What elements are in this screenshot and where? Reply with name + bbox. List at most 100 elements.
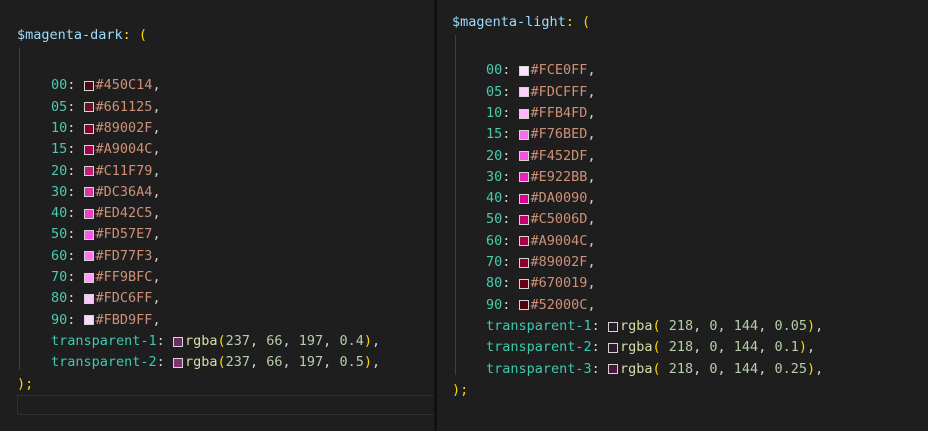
rgba-arg: 0.25: [774, 360, 807, 377]
color-swatch-icon[interactable]: [518, 193, 529, 204]
comma: ,: [587, 254, 596, 271]
hex-value: #A9004C: [95, 141, 153, 158]
hex-value: #89002F: [95, 119, 153, 136]
color-entry-line[interactable]: 50: #FD57E7,: [17, 224, 380, 245]
color-entry-line[interactable]: 10: #89002F,: [17, 118, 380, 139]
transparent-entry-line[interactable]: transparent-1: rgba( 218, 0, 144, 0.05),: [452, 316, 823, 337]
variable-declaration-line[interactable]: $magenta-dark: (: [17, 25, 380, 46]
color-swatch-icon[interactable]: [518, 87, 529, 98]
color-swatch-icon[interactable]: [518, 172, 529, 183]
color-key: 15: [51, 141, 68, 158]
color-entry-line[interactable]: 50: #C5006D,: [452, 209, 823, 230]
comma: ,: [587, 104, 596, 121]
closing-line[interactable]: );: [17, 373, 380, 394]
color-swatch-icon[interactable]: [83, 230, 94, 241]
transparent-entry-line[interactable]: transparent-1: rgba(237, 66, 197, 0.4),: [17, 331, 380, 352]
colon: :: [67, 98, 84, 115]
color-swatch-icon[interactable]: [83, 251, 94, 262]
colon: :: [67, 311, 84, 328]
color-entry-line[interactable]: 20: #F452DF,: [452, 145, 823, 166]
comma: ,: [815, 317, 824, 334]
comma: ,: [152, 119, 161, 136]
colon: :: [502, 168, 519, 185]
color-entry-line[interactable]: 05: #661125,: [17, 97, 380, 118]
color-entry-line[interactable]: 60: #FD77F3,: [17, 246, 380, 267]
colon: :: [67, 205, 84, 222]
color-swatch-icon[interactable]: [83, 102, 94, 113]
color-swatch-icon[interactable]: [518, 236, 529, 247]
color-entry-line[interactable]: 00: #450C14,: [17, 75, 380, 96]
color-swatch-icon[interactable]: [518, 300, 529, 311]
transparent-entry-line[interactable]: transparent-2: rgba(237, 66, 197, 0.5),: [17, 352, 380, 373]
color-swatch-icon[interactable]: [83, 166, 94, 177]
color-swatch-icon[interactable]: [518, 215, 529, 226]
variable-declaration-line[interactable]: $magenta-light: (: [452, 12, 823, 33]
rgba-arg: 0.5: [339, 354, 364, 371]
color-swatch-icon[interactable]: [83, 80, 94, 91]
transparent-entry-line[interactable]: transparent-2: rgba( 218, 0, 144, 0.1),: [452, 337, 823, 358]
color-entry-line[interactable]: 90: #52000C,: [452, 295, 823, 316]
colon: :: [67, 77, 84, 94]
right-code-block[interactable]: $magenta-light: ( 00: #FCE0FF, 05: #FDCFFF…: [452, 12, 823, 401]
colon: :: [502, 190, 519, 207]
color-swatch-icon[interactable]: [518, 257, 529, 268]
colon: :: [67, 247, 84, 264]
transparent-entry-line[interactable]: transparent-3: rgba( 218, 0, 144, 0.25),: [452, 358, 823, 379]
color-entry-line[interactable]: 60: #A9004C,: [452, 231, 823, 252]
color-swatch-icon[interactable]: [518, 151, 529, 162]
colon: :: [502, 211, 519, 228]
color-swatch-icon[interactable]: [83, 123, 94, 134]
color-entry-line[interactable]: 70: #FF9BFC,: [17, 267, 380, 288]
color-entry-line[interactable]: 80: #FDC6FF,: [17, 288, 380, 309]
color-entry-line[interactable]: 20: #C11F79,: [17, 160, 380, 181]
rgba-arg: 0.4: [339, 332, 364, 349]
arg-separator: ,: [717, 360, 734, 377]
colon: :: [502, 296, 519, 313]
transparent-key: transparent-2: [51, 354, 157, 371]
comma: ,: [152, 98, 161, 115]
color-swatch-icon[interactable]: [83, 144, 94, 155]
hex-value: #FF9BFC: [95, 269, 153, 286]
color-entry-line[interactable]: 00: #FCE0FF,: [452, 60, 823, 81]
color-swatch-icon[interactable]: [607, 321, 618, 332]
color-entry-line[interactable]: 90: #FBD9FF,: [17, 310, 380, 331]
color-entry-line[interactable]: 30: #DC36A4,: [17, 182, 380, 203]
color-swatch-icon[interactable]: [172, 357, 183, 368]
color-entry-line[interactable]: 15: #A9004C,: [17, 139, 380, 160]
color-swatch-icon[interactable]: [518, 108, 529, 119]
colon: :: [67, 162, 84, 179]
color-entry-line[interactable]: 30: #E922BB,: [452, 167, 823, 188]
color-entry-line[interactable]: 10: #FFB4FD,: [452, 103, 823, 124]
color-key: 80: [486, 275, 503, 292]
color-swatch-icon[interactable]: [83, 272, 94, 283]
colon: :: [156, 332, 173, 349]
color-entry-line[interactable]: 80: #670019,: [452, 273, 823, 294]
hex-value: #DA0090: [530, 190, 588, 207]
color-entry-line[interactable]: 40: #DA0090,: [452, 188, 823, 209]
color-swatch-icon[interactable]: [607, 364, 618, 375]
color-swatch-icon[interactable]: [607, 342, 618, 353]
color-swatch-icon[interactable]: [83, 208, 94, 219]
color-swatch-icon[interactable]: [83, 293, 94, 304]
color-key: 50: [486, 211, 503, 228]
hex-value: #A9004C: [530, 232, 588, 249]
color-swatch-icon[interactable]: [518, 278, 529, 289]
color-swatch-icon[interactable]: [518, 65, 529, 76]
color-swatch-icon[interactable]: [518, 129, 529, 140]
color-entry-line[interactable]: 05: #FDCFFF,: [452, 82, 823, 103]
color-entry-line[interactable]: 15: #F76BED,: [452, 124, 823, 145]
color-key: 20: [486, 147, 503, 164]
variable-name: $magenta-light: [452, 14, 566, 31]
color-entry-line[interactable]: 70: #89002F,: [452, 252, 823, 273]
closing-line[interactable]: );: [452, 380, 823, 401]
transparent-key: transparent-2: [486, 339, 592, 356]
close-paren: ): [806, 317, 816, 334]
color-swatch-icon[interactable]: [172, 336, 183, 347]
color-entry-line[interactable]: 40: #ED42C5,: [17, 203, 380, 224]
rgba-function: rgba: [619, 339, 653, 356]
open-paren: (: [217, 332, 226, 349]
color-swatch-icon[interactable]: [83, 315, 94, 326]
rgba-arg: 66: [266, 354, 283, 371]
color-swatch-icon[interactable]: [83, 187, 94, 198]
left-code-block[interactable]: $magenta-dark: ( 00: #450C14, 05: #661125,…: [17, 25, 380, 395]
